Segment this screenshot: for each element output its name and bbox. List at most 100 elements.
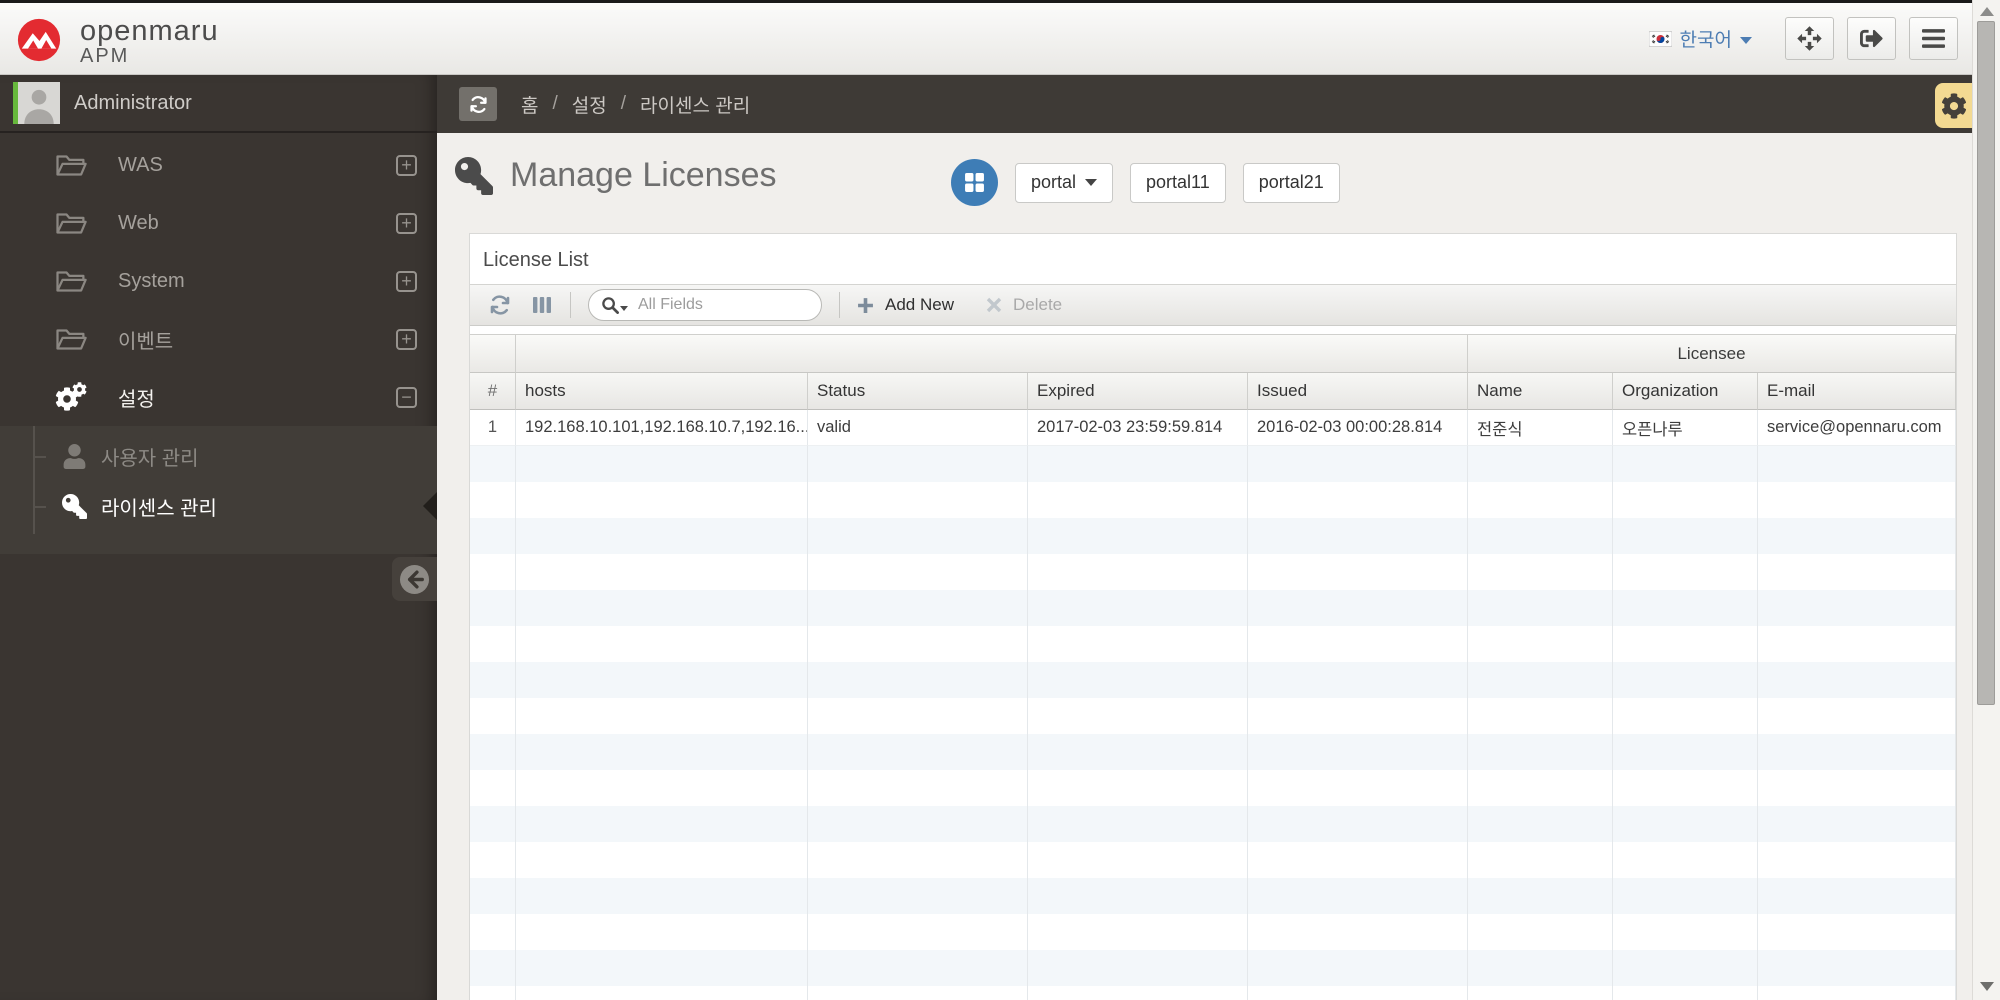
sidebar-item-label: 이벤트 xyxy=(118,330,174,353)
add-new-button[interactable]: Add New xyxy=(857,295,954,315)
delete-button[interactable]: Delete xyxy=(986,295,1062,315)
refresh-icon xyxy=(468,94,489,115)
sidebar-item-label: Web xyxy=(118,211,159,234)
cell-rownum: 1 xyxy=(470,410,516,446)
add-new-label: Add New xyxy=(885,295,954,314)
openmaru-logo-icon xyxy=(16,17,62,63)
search-icon xyxy=(602,296,619,314)
column-header-email[interactable]: E-mail xyxy=(1758,373,1956,410)
sidebar-submenu-settings: 사용자 관리 라이센스 관리 xyxy=(0,426,437,554)
table-empty-rows xyxy=(470,446,1956,1000)
hamburger-icon xyxy=(1922,29,1945,48)
plus-square-icon[interactable]: + xyxy=(396,154,417,176)
portal11-button[interactable]: portal11 xyxy=(1130,162,1226,203)
key-icon xyxy=(62,494,87,519)
column-header-name[interactable]: Name xyxy=(1468,373,1613,410)
plus-square-icon[interactable]: + xyxy=(396,212,417,234)
group-header-cell xyxy=(470,335,516,373)
breadcrumb-separator: / xyxy=(620,93,627,114)
sidebar-item-system[interactable]: System + xyxy=(0,252,437,310)
portal-label: portal xyxy=(1031,172,1077,192)
columns-button[interactable] xyxy=(531,294,553,316)
breadcrumb-bar: 홈 / 설정 / 라이센스 관리 xyxy=(437,75,1972,133)
sidebar-subitem-license-management[interactable]: 라이센스 관리 xyxy=(0,481,437,531)
scrollbar-thumb[interactable] xyxy=(1977,21,1995,705)
column-header-organization[interactable]: Organization xyxy=(1613,373,1758,410)
fullscreen-button[interactable] xyxy=(1785,17,1834,60)
panel-title: License List xyxy=(483,249,589,271)
sidebar-subitem-user-management[interactable]: 사용자 관리 xyxy=(0,431,437,481)
active-item-arrow-icon xyxy=(423,492,437,520)
plus-square-icon[interactable]: + xyxy=(396,328,417,350)
column-header-status[interactable]: Status xyxy=(808,373,1028,410)
column-header-hosts[interactable]: hosts xyxy=(516,373,808,410)
empty-column xyxy=(808,446,1028,1000)
column-header-issued[interactable]: Issued xyxy=(1248,373,1468,410)
sidebar-item-was[interactable]: WAS + xyxy=(0,136,437,194)
sidebar-item-label: WAS xyxy=(118,153,163,176)
plus-square-icon[interactable]: + xyxy=(396,270,417,292)
refresh-page-button[interactable] xyxy=(459,87,497,121)
portal-grid-button[interactable] xyxy=(951,159,998,206)
refresh-grid-button[interactable] xyxy=(488,293,512,317)
portal21-button[interactable]: portal21 xyxy=(1242,162,1340,203)
folder-open-icon xyxy=(55,152,87,179)
logout-icon xyxy=(1860,27,1883,50)
empty-column xyxy=(516,446,808,1000)
sidebar-item-label: System xyxy=(118,269,185,292)
scrollbar-up-arrow-icon[interactable] xyxy=(1979,7,1994,16)
empty-column xyxy=(1758,446,1956,1000)
logout-button[interactable] xyxy=(1847,17,1896,60)
toolbar-separator xyxy=(570,292,571,318)
breadcrumb-separator: / xyxy=(552,93,558,114)
cell-name: 전준식 xyxy=(1468,410,1613,446)
minus-square-icon[interactable]: − xyxy=(396,386,417,408)
cell-organization: 오픈나루 xyxy=(1613,410,1758,446)
cell-email: service@opennaru.com xyxy=(1758,410,1956,446)
sidebar-item-settings[interactable]: 설정 − xyxy=(0,368,437,426)
license-list-panel: License List All Fields Add New Delete L… xyxy=(469,233,1957,1000)
folder-open-icon xyxy=(55,326,87,353)
breadcrumb-settings[interactable]: 설정 xyxy=(572,91,607,118)
page-settings-button[interactable] xyxy=(1935,83,1972,128)
page-title: Manage Licenses xyxy=(510,156,777,194)
gear-icon xyxy=(1941,93,1967,119)
korean-flag-icon xyxy=(1648,30,1672,47)
sidebar-item-events[interactable]: 이벤트 + xyxy=(0,310,437,368)
sidebar-username: Administrator xyxy=(74,91,192,114)
folder-open-icon xyxy=(55,268,87,295)
user-avatar-icon xyxy=(18,82,60,124)
search-input[interactable] xyxy=(636,295,847,315)
portal-selector-group: portal portal11 portal21 xyxy=(951,159,1340,206)
user-icon xyxy=(62,444,87,469)
cell-expired: 2017-02-03 23:59:59.814 xyxy=(1028,410,1248,446)
table-header-row: # hosts Status Expired Issued Name Organ… xyxy=(470,373,1956,410)
scrollbar-down-arrow-icon[interactable] xyxy=(1979,982,1994,991)
sidebar-menu: WAS + Web + System + 이벤트 + 설정 − 사용자 관리 라… xyxy=(0,133,437,554)
sidebar-collapse-button[interactable] xyxy=(392,557,437,601)
menu-button[interactable] xyxy=(1909,17,1958,60)
cell-hosts: 192.168.10.101,192.168.10.7,192.16... xyxy=(516,410,808,446)
empty-column xyxy=(1248,446,1468,1000)
table-group-header-row: Licensee xyxy=(470,335,1956,373)
plus-icon xyxy=(857,297,874,314)
vertical-scrollbar[interactable] xyxy=(1972,0,2000,1000)
group-header-licensee: Licensee xyxy=(1468,335,1956,373)
search-field-menu[interactable] xyxy=(601,296,632,315)
column-header-expired[interactable]: Expired xyxy=(1028,373,1248,410)
grid-icon xyxy=(965,173,984,192)
group-header-cell xyxy=(516,335,1468,373)
toolbar-separator xyxy=(839,292,840,318)
page-header: Manage Licenses xyxy=(455,156,777,195)
portal-dropdown-button[interactable]: portal xyxy=(1015,162,1114,203)
language-selector[interactable]: 한국어 xyxy=(1648,25,1752,52)
table-row[interactable]: 1 192.168.10.101,192.168.10.7,192.16... … xyxy=(470,410,1956,446)
x-icon xyxy=(986,297,1002,313)
breadcrumb-home[interactable]: 홈 xyxy=(521,91,538,118)
sidebar-item-web[interactable]: Web + xyxy=(0,194,437,252)
caret-down-icon xyxy=(620,305,628,311)
arrow-left-circle-icon xyxy=(399,564,430,594)
search-box xyxy=(588,289,847,321)
fullscreen-icon xyxy=(1793,22,1826,55)
gears-icon xyxy=(55,384,87,411)
